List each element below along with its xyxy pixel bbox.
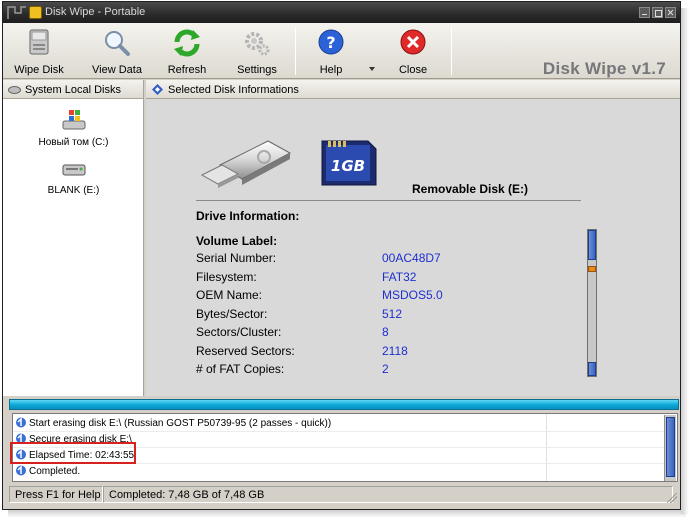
title-divider [196, 200, 581, 201]
log-row-divider [13, 431, 664, 432]
sd-card-capacity: 1GB [331, 157, 365, 175]
drive-properties: Serial Number: 00AC48D7 Filesystem: FAT32 … [196, 251, 556, 381]
property-key: Bytes/Sector: [196, 306, 268, 321]
wipe-disk-icon [29, 29, 49, 55]
help-label: Help [319, 64, 343, 76]
property-key: Serial Number: [196, 251, 277, 265]
app-icon [29, 6, 42, 19]
help-icon: ? [318, 29, 344, 55]
property-value: FAT32 [382, 269, 417, 284]
sd-card-icon: 1GB [321, 140, 377, 186]
selected-disk-header: Selected Disk Informations [146, 80, 680, 99]
disk-header-icon [8, 86, 21, 94]
property-value: MSDOS5.0 [382, 288, 443, 302]
disk-label-e: BLANK (E:) [47, 185, 100, 196]
property-value: 00AC48D7 [382, 251, 441, 265]
title-bar: Disk Wipe - Portable [3, 2, 680, 23]
settings-button[interactable]: Settings [225, 25, 289, 77]
wipe-progress-bar [9, 399, 679, 410]
window-controls [639, 7, 676, 18]
minimize-button[interactable] [639, 7, 650, 18]
window-shadow-right [681, 8, 689, 514]
scrollbar-marker [588, 266, 596, 272]
property-key: # of FAT Copies: [196, 362, 285, 376]
property-key: Filesystem: [196, 269, 257, 284]
log-entry-text: Start erasing disk E:\ (Russian GOST P50… [29, 418, 332, 429]
app-brand: Disk Wipe v1.7 [542, 59, 666, 78]
property-row: Reserved Sectors: 2118 [196, 344, 556, 363]
log-entry-icon [16, 465, 26, 476]
disk-item-e[interactable]: BLANK (E:) [3, 157, 144, 196]
close-button[interactable]: Close [381, 25, 445, 77]
status-completed: Completed: 7,48 GB of 7,48 GB [103, 486, 673, 503]
drive-info-heading: Drive Information: [196, 209, 300, 223]
refresh-button[interactable]: Refresh [155, 25, 219, 77]
disk-info-panel: 1GB Removable Disk (E:) Drive Informatio… [146, 99, 680, 396]
property-key: Reserved Sectors: [196, 343, 295, 358]
settings-label: Settings [237, 64, 277, 76]
refresh-label: Refresh [167, 64, 207, 76]
help-dropdown-arrow-icon[interactable] [369, 67, 375, 71]
disk-item-c[interactable]: Новый том (C:) [3, 109, 144, 148]
app-window: Disk Wipe - Portable Wipe Disk View Data [2, 1, 681, 510]
info-diamond-icon [152, 84, 163, 95]
close-label: Close [398, 64, 428, 76]
property-key: OEM Name: [196, 288, 263, 302]
log-scrollbar[interactable] [664, 415, 676, 481]
resize-grip-icon[interactable] [667, 493, 677, 503]
maximize-button[interactable] [652, 7, 663, 18]
status-bar: Press F1 for Help Completed: 7,48 GB of … [3, 483, 680, 507]
window-close-button[interactable] [665, 7, 676, 18]
window-shadow-bottom [8, 510, 686, 518]
usb-drive-icon [200, 140, 292, 188]
disk-label-c: Новый том (C:) [38, 137, 109, 148]
property-value: 2118 [382, 343, 408, 358]
gear-icon [245, 32, 270, 56]
toolbar: Wipe Disk View Data Refresh Settings ? H… [3, 23, 680, 79]
volume-label-heading: Volume Label: [196, 234, 278, 248]
close-icon [400, 29, 426, 55]
toolbar-separator [295, 27, 296, 75]
property-row: Filesystem: FAT32 [196, 270, 556, 289]
selected-disk-name: Removable Disk (E:) [412, 182, 529, 196]
log-entry: Start erasing disk E:\ (Russian GOST P50… [15, 417, 331, 431]
removable-drive-icon [62, 164, 85, 176]
property-row: Serial Number: 00AC48D7 [196, 251, 556, 270]
toolbar-separator [451, 27, 452, 75]
local-disks-title: System Local Disks [25, 84, 121, 96]
magnifier-icon [105, 31, 130, 56]
window-decoration-icon [7, 6, 26, 19]
view-data-button[interactable]: View Data [85, 25, 149, 77]
log-entry-icon [16, 417, 26, 428]
selected-disk-title: Selected Disk Informations [168, 84, 299, 96]
property-row: Sectors/Cluster: 8 [196, 325, 556, 344]
log-entry: Completed. [15, 465, 80, 479]
property-row: Bytes/Sector: 512 [196, 307, 556, 326]
windows-drive-icon [62, 110, 85, 130]
view-data-label: View Data [92, 64, 142, 76]
svg-text:?: ? [326, 33, 335, 52]
elapsed-time-highlight [10, 442, 136, 464]
log-entry-text: Completed. [29, 466, 81, 477]
property-value: 8 [382, 325, 389, 339]
wipe-disk-button[interactable]: Wipe Disk [7, 25, 71, 77]
wipe-disk-label: Wipe Disk [14, 64, 64, 76]
local-disks-header: System Local Disks [3, 80, 144, 99]
property-value: 2 [382, 362, 389, 376]
info-scrollbar[interactable] [587, 229, 597, 377]
property-key: Sectors/Cluster: [196, 325, 282, 339]
status-help-hint: Press F1 for Help [9, 486, 103, 503]
window-title: Disk Wipe - Portable [45, 6, 146, 18]
refresh-icon [174, 29, 200, 57]
disk-list: Новый том (C:) BLANK (E:) [3, 99, 144, 396]
help-button[interactable]: ? Help [299, 25, 363, 77]
property-row: OEM Name: MSDOS5.0 [196, 288, 556, 307]
property-value: 512 [382, 306, 403, 321]
scrollbar-thumb-top[interactable] [588, 230, 596, 260]
disk-info-area: 1GB Removable Disk (E:) Drive Informatio… [146, 99, 680, 396]
scrollbar-thumb-bottom[interactable] [588, 362, 596, 376]
property-row: # of FAT Copies: 2 [196, 362, 556, 381]
log-scrollbar-thumb[interactable] [666, 417, 675, 477]
